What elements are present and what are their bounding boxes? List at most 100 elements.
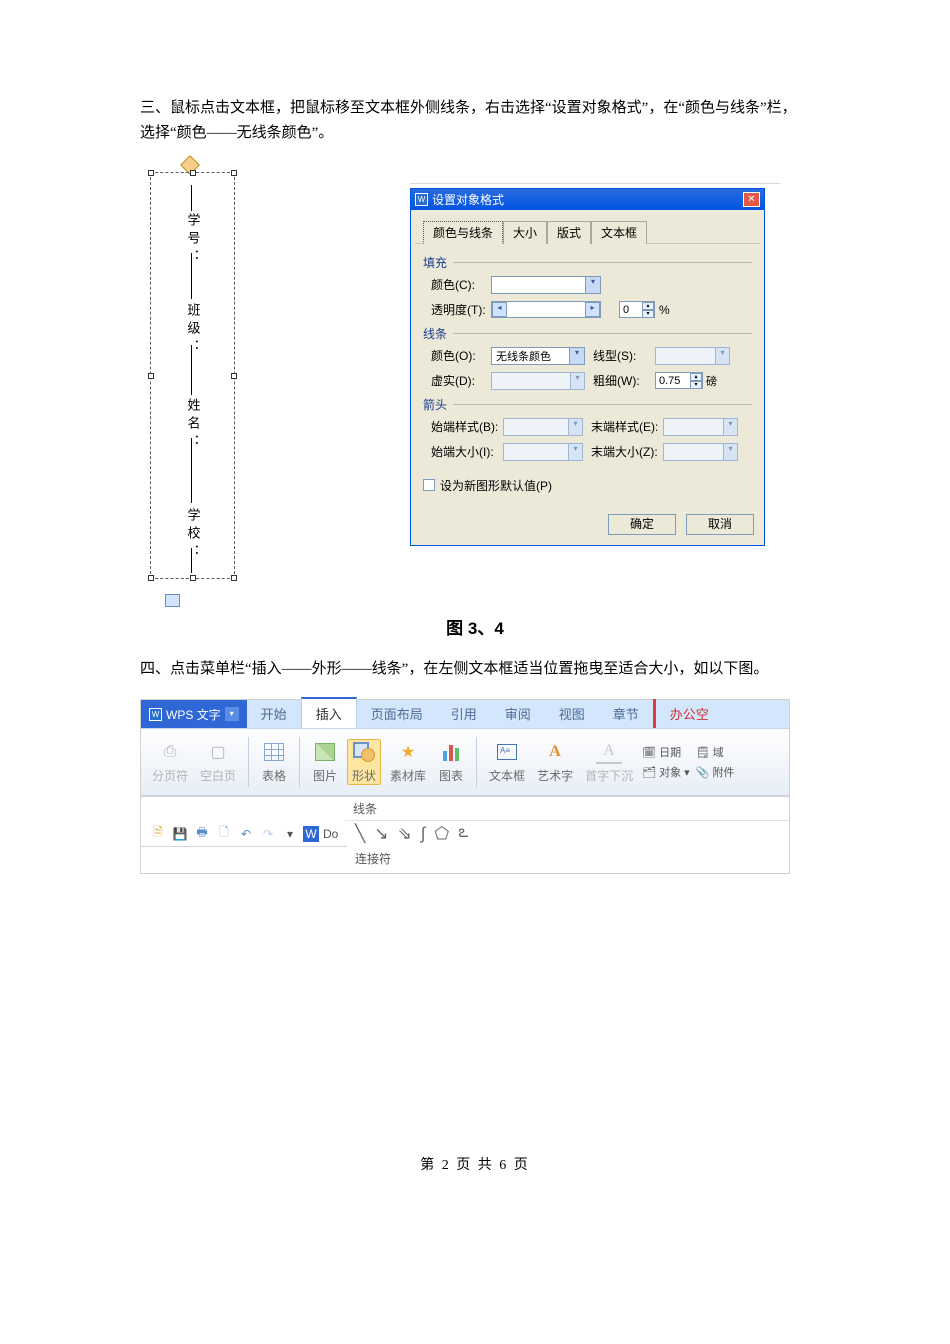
chevron-down-icon[interactable]: ▾ xyxy=(225,707,239,721)
begin-style-dropdown[interactable]: ▾ xyxy=(503,418,583,436)
spin-up-icon[interactable]: ▴ xyxy=(642,302,654,310)
wps-icon: W xyxy=(415,193,428,206)
separator xyxy=(476,737,477,787)
chart-icon xyxy=(443,743,459,761)
resize-handle[interactable] xyxy=(231,575,237,581)
chevron-down-icon: ▾ xyxy=(585,277,600,293)
cancel-button[interactable]: 取消 xyxy=(686,514,754,535)
assets-button[interactable]: ★素材库 xyxy=(387,740,429,784)
end-style-dropdown[interactable]: ▾ xyxy=(663,418,738,436)
dialog-title: 设置对象格式 xyxy=(432,191,504,208)
curve-shape-icon[interactable]: ∫ xyxy=(421,824,426,844)
preview-icon[interactable]: 🗋 xyxy=(215,825,233,843)
default-checkbox[interactable] xyxy=(423,479,435,491)
transparency-spinner[interactable]: 0 ▴▾ xyxy=(619,301,655,318)
table-button[interactable]: 表格 xyxy=(258,740,290,784)
dialog-titlebar[interactable]: W 设置对象格式 ✕ xyxy=(411,189,764,210)
scroll-right-icon[interactable]: ▸ xyxy=(585,302,600,317)
table-icon xyxy=(264,743,284,761)
tab-office[interactable]: 办公空 xyxy=(653,699,723,728)
end-style-label: 末端样式(E): xyxy=(583,418,663,435)
fill-color-label: 颜色(C): xyxy=(423,276,491,293)
dash-dropdown[interactable]: ▾ xyxy=(491,372,585,390)
dropcap-icon: A xyxy=(596,740,622,764)
weight-spinner[interactable]: 0.75 ▴▾ xyxy=(655,372,703,389)
transparency-scroller[interactable]: ◂ ▸ xyxy=(491,301,601,318)
resize-handle[interactable] xyxy=(231,373,237,379)
line xyxy=(191,185,192,211)
freeform-shape-icon[interactable]: ⬠ xyxy=(434,824,449,844)
undo-icon[interactable]: ↶ xyxy=(237,825,255,843)
fill-color-dropdown[interactable]: ▾ xyxy=(491,276,601,294)
line-color-label: 颜色(O): xyxy=(423,347,491,364)
section-fill: 填充 xyxy=(423,254,752,271)
ribbon-label: 表格 xyxy=(262,767,286,784)
wps-app-button[interactable]: W WPS 文字 ▾ xyxy=(141,700,247,728)
qat-dropdown-icon[interactable]: ▾ xyxy=(281,825,299,843)
textbox-label: 学校： xyxy=(184,508,203,562)
tab-view[interactable]: 视图 xyxy=(545,699,599,728)
redo-icon[interactable]: ↷ xyxy=(259,825,277,843)
spin-down-icon[interactable]: ▾ xyxy=(690,381,702,389)
print-icon[interactable]: 🖶 xyxy=(193,825,211,843)
wordart-button[interactable]: A艺术字 xyxy=(534,740,576,784)
resize-handle[interactable] xyxy=(231,170,237,176)
chevron-down-icon: ▾ xyxy=(568,419,582,435)
section-arrow: 箭头 xyxy=(423,396,752,413)
tab-layout[interactable]: 版式 xyxy=(547,221,591,244)
line-style-dropdown[interactable]: ▾ xyxy=(655,347,730,365)
end-size-dropdown[interactable]: ▾ xyxy=(663,443,738,461)
tab-review[interactable]: 审阅 xyxy=(491,699,545,728)
shapes-icon xyxy=(353,742,375,762)
new-icon[interactable]: 🗎 xyxy=(149,825,167,843)
blankpage-button[interactable]: ▢空白页 xyxy=(197,740,239,784)
spin-down-icon[interactable]: ▾ xyxy=(642,310,654,318)
transparency-value: 0 xyxy=(623,304,629,316)
shapes-button[interactable]: 形状 xyxy=(347,739,381,785)
wps-small-icon[interactable]: W xyxy=(303,826,319,842)
tab-pagelayout[interactable]: 页面布局 xyxy=(357,699,437,728)
close-icon[interactable]: ✕ xyxy=(743,192,760,207)
arrow-shape-icon[interactable]: ↘ xyxy=(374,824,388,844)
weight-value: 0.75 xyxy=(659,375,680,387)
wps-brand-label: WPS 文字 xyxy=(166,706,221,723)
textbox-button[interactable]: 文本框 xyxy=(486,740,528,784)
scribble-shape-icon[interactable]: ఽ xyxy=(458,822,468,846)
resize-handle[interactable] xyxy=(148,170,154,176)
tab-size[interactable]: 大小 xyxy=(503,221,547,244)
spin-up-icon[interactable]: ▴ xyxy=(690,373,702,381)
picture-button[interactable]: 图片 xyxy=(309,740,341,784)
tab-chapter[interactable]: 章节 xyxy=(599,699,653,728)
line-color-dropdown[interactable]: 无线条颜色 ▾ xyxy=(491,347,585,365)
tab-start[interactable]: 开始 xyxy=(247,699,301,728)
line-color-value: 无线条颜色 xyxy=(496,348,551,364)
chevron-down-icon: ▾ xyxy=(723,444,737,460)
tab-insert[interactable]: 插入 xyxy=(301,697,357,728)
date-button[interactable]: 🗓 日期 xyxy=(642,744,690,760)
chart-button[interactable]: 图表 xyxy=(435,740,467,784)
tab-textbox[interactable]: 文本框 xyxy=(591,221,647,244)
resize-handle[interactable] xyxy=(148,575,154,581)
wps-icon: W xyxy=(149,708,162,721)
selected-textbox[interactable]: 学号： 班级： 姓名： 学校： xyxy=(150,172,235,579)
ok-button[interactable]: 确定 xyxy=(608,514,676,535)
chevron-down-icon: ▾ xyxy=(723,419,737,435)
line-shape-icon[interactable]: ╲ xyxy=(355,824,365,844)
attach-button[interactable]: 📎 附件 xyxy=(696,764,735,780)
dropcap-button[interactable]: A首字下沉 xyxy=(582,740,636,784)
textbox-label: 学号： xyxy=(184,213,203,267)
double-arrow-shape-icon[interactable]: ⇘ xyxy=(398,824,412,844)
paragraph-3: 三、鼠标点击文本框，把鼠标移至文本框外侧线条，右击选择“设置对象格式”，在“颜色… xyxy=(140,96,810,146)
smart-tag-icon[interactable] xyxy=(165,594,180,607)
resize-handle[interactable] xyxy=(148,373,154,379)
save-icon[interactable]: 💾 xyxy=(171,825,189,843)
scroll-left-icon[interactable]: ◂ xyxy=(492,302,507,317)
domain-button[interactable]: 🗒 域 xyxy=(696,744,735,760)
begin-size-dropdown[interactable]: ▾ xyxy=(503,443,583,461)
tab-reference[interactable]: 引用 xyxy=(437,699,491,728)
pagebreak-button[interactable]: ⎙分页符 xyxy=(149,740,191,784)
object-button[interactable]: 🗂 对象 ▾ xyxy=(642,764,690,780)
transparency-label: 透明度(T): xyxy=(423,301,491,318)
tab-color-line[interactable]: 颜色与线条 xyxy=(423,221,503,244)
paragraph-4: 四、点击菜单栏“插入——外形——线条”，在左侧文本框适当位置拖曳至适合大小，如以… xyxy=(140,657,810,682)
